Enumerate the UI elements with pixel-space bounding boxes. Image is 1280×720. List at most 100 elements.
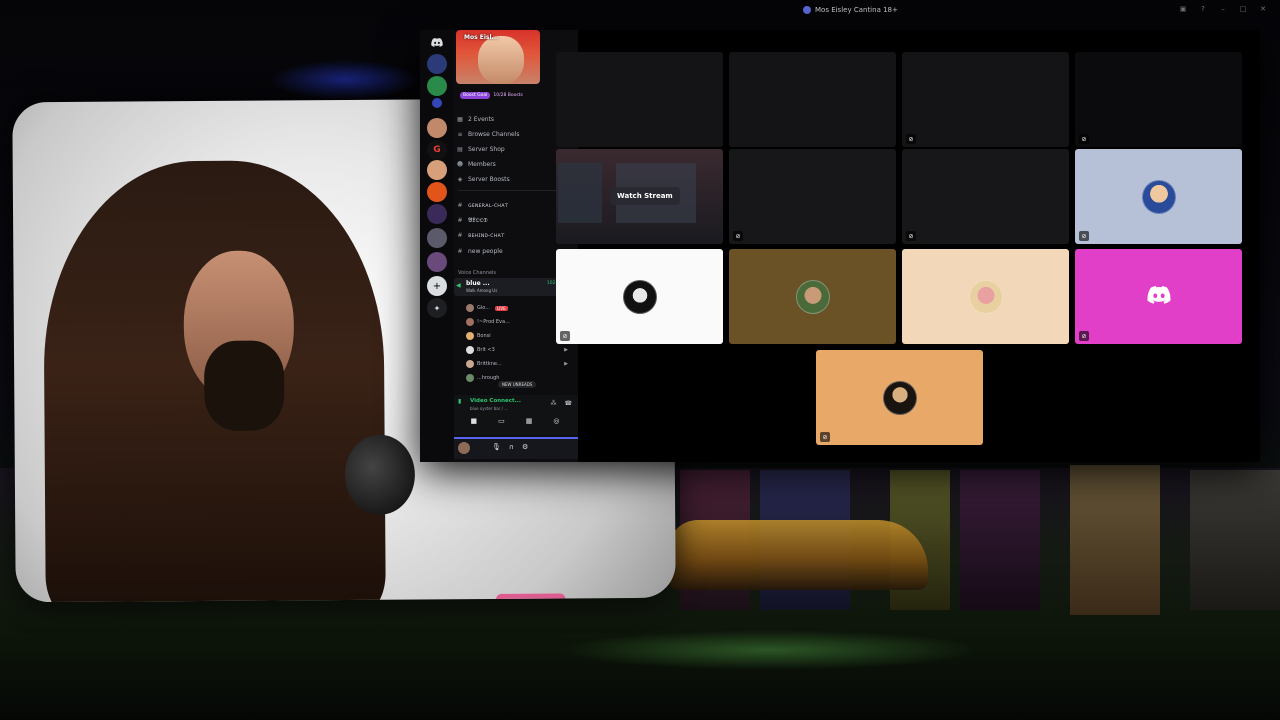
voice-status-title: Video Connect...: [470, 398, 521, 404]
video-tile[interactable]: [729, 249, 896, 344]
discord-home-icon[interactable]: [427, 32, 447, 52]
avatar: [968, 279, 1003, 314]
server-icon-9[interactable]: [427, 252, 447, 272]
deafened-icon: ⊘: [906, 134, 916, 144]
stream-preview-left: [558, 163, 602, 223]
stream-tile[interactable]: Watch Stream: [556, 149, 723, 244]
google-icon[interactable]: G: [427, 140, 447, 160]
browse-icon: ≡: [457, 131, 463, 138]
inbox-icon[interactable]: ▣: [1178, 4, 1188, 14]
server-icon: [803, 6, 811, 14]
server-icon-6[interactable]: [427, 182, 447, 202]
deafened-icon: ⊘: [733, 231, 743, 241]
channel-label: 𝕭𝕷𝕺𝕺𝕯: [468, 217, 488, 224]
watch-stream-button[interactable]: Watch Stream: [610, 187, 680, 205]
menu-label: 2 Events: [468, 116, 495, 123]
boost-progress[interactable]: Boost Goal 10/28 Boosts: [460, 92, 523, 99]
server-icon-2[interactable]: [427, 76, 447, 96]
server-icon-3[interactable]: [432, 98, 442, 108]
video-grid: ⊘ ⊘ Watch Stream ⊘ ⊘ ⊘ ⊘ ⊘ ⊘: [556, 52, 1242, 445]
user-controls: 🎙 ∩ ⚙: [492, 443, 528, 451]
window-controls: ▣ ? – □ ✕: [1178, 4, 1268, 14]
avatar: [466, 318, 474, 326]
video-tile[interactable]: ⊘: [1075, 52, 1242, 147]
voice-action-buttons: ■ ▭ ▦ ◎: [460, 417, 570, 425]
banner-face: [478, 36, 524, 84]
server-banner[interactable]: Mos Eisl...: [456, 30, 540, 84]
help-icon[interactable]: ?: [1198, 4, 1208, 14]
avatar: [466, 304, 474, 312]
background-building: [1070, 465, 1160, 615]
background-grass: [560, 630, 980, 670]
discover-icon[interactable]: ✦: [427, 298, 447, 318]
screen-share-icon[interactable]: ▭: [498, 417, 505, 425]
settings-icon[interactable]: ⚙: [522, 443, 528, 451]
menu-label: Server Shop: [468, 146, 505, 153]
channel-label: ɢᴇɴᴇʀᴀʟ-ᴄʜᴀᴛ: [468, 202, 509, 209]
new-unreads-pill[interactable]: NEW UNREADS: [498, 381, 537, 388]
background-building: [1190, 470, 1280, 610]
menu-label: Members: [468, 161, 496, 168]
activities-icon[interactable]: ▦: [526, 417, 533, 425]
voice-user-name: Brit <3: [477, 347, 495, 353]
voice-user-name: Gio...: [477, 305, 491, 311]
boost-count: 10/28 Boosts: [493, 93, 523, 98]
video-tile[interactable]: ⊘: [556, 249, 723, 344]
voice-channel-name: blue ...: [466, 280, 490, 287]
hashtag-icon: #: [457, 217, 463, 224]
avatar: [466, 360, 474, 368]
section-title: Voice Channels: [458, 270, 497, 276]
avatar: [795, 279, 830, 314]
video-tile[interactable]: ⊘: [729, 149, 896, 244]
background-light: [270, 60, 420, 100]
voice-user-name: !~Prod Eva...: [477, 319, 510, 325]
discord-logo-icon: [1147, 285, 1171, 308]
deafened-icon: ⊘: [820, 432, 830, 442]
maximize-icon[interactable]: □: [1238, 4, 1248, 14]
server-icon-8[interactable]: [427, 228, 447, 248]
video-tile[interactable]: ⊘: [1075, 149, 1242, 244]
avatar[interactable]: [458, 442, 470, 454]
video-tile[interactable]: ⊘: [816, 350, 983, 445]
discord-logo-icon: [431, 37, 443, 47]
menu-label: Server Boosts: [468, 176, 510, 183]
window-title: Mos Eisley Cantina 18+: [803, 0, 898, 20]
video-tile[interactable]: [902, 249, 1069, 344]
video-tile[interactable]: ⊘: [902, 52, 1069, 147]
server-icon-4[interactable]: [427, 118, 447, 138]
voice-channel-activity: Walk Among Us: [466, 288, 498, 293]
add-server-icon[interactable]: +: [427, 276, 447, 296]
avatar: [1141, 179, 1176, 214]
video-tile[interactable]: ⊘: [1075, 249, 1242, 344]
signal-icon: ▮: [458, 398, 462, 405]
background-building: [960, 470, 1040, 610]
video-tile[interactable]: ⊘: [902, 149, 1069, 244]
close-icon[interactable]: ✕: [1258, 4, 1268, 14]
boost-icon: ◈: [457, 176, 463, 183]
speaker-icon: ◀: [456, 282, 461, 289]
minimize-icon[interactable]: –: [1218, 4, 1228, 14]
deafened-icon: ⊘: [1079, 231, 1089, 241]
server-rail: G + ✦: [420, 30, 454, 462]
background-car: [668, 520, 928, 590]
window-title-text: Mos Eisley Cantina 18+: [815, 6, 898, 14]
deafened-icon: ⊘: [1079, 134, 1089, 144]
video-tile[interactable]: [556, 52, 723, 147]
boost-goal-badge: Boost Goal: [460, 92, 491, 99]
server-icon-1[interactable]: [427, 54, 447, 74]
avatar: [882, 380, 917, 415]
microphone-icon[interactable]: 🎙: [492, 443, 501, 451]
microphone: [344, 434, 416, 515]
server-icon-5[interactable]: [427, 160, 447, 180]
voice-user-name: ...hrough: [477, 375, 500, 381]
avatar: [622, 279, 657, 314]
hashtag-icon: #: [457, 202, 463, 209]
camera-icon[interactable]: ■: [471, 417, 478, 425]
menu-label: Browse Channels: [468, 131, 520, 138]
server-icon-7[interactable]: [427, 204, 447, 224]
hashtag-icon: #: [457, 248, 463, 255]
server-name: Mos Eisl...: [464, 34, 499, 41]
video-tile[interactable]: [729, 52, 896, 147]
headphones-icon[interactable]: ∩: [509, 443, 514, 451]
shop-icon: ▤: [457, 146, 463, 153]
